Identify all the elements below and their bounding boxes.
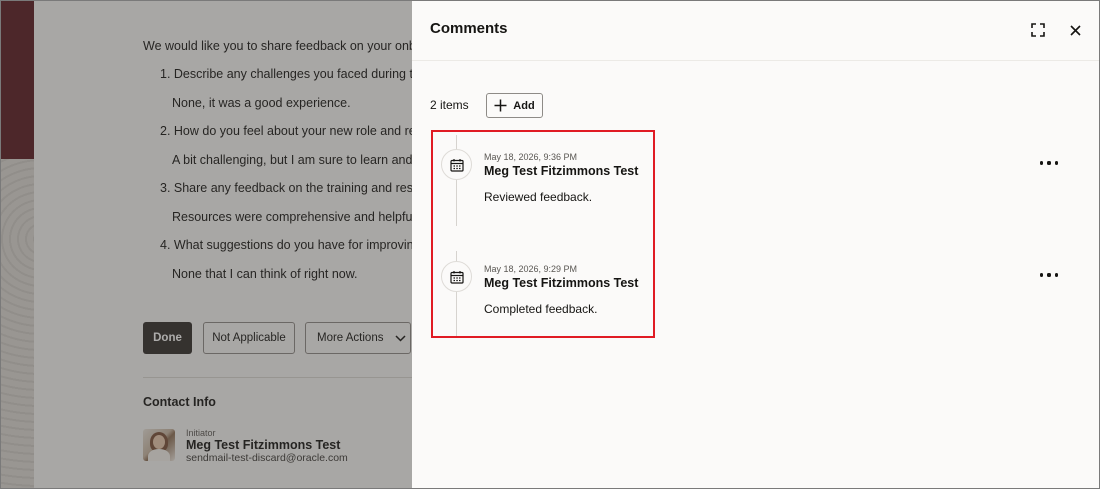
more-options-icon[interactable] [1040, 156, 1058, 170]
comments-panel: Comments 2 items Add May 18, 2026, 9:36 … [412, 1, 1099, 488]
screen: We would like you to share feedback on y… [0, 0, 1100, 489]
more-options-icon[interactable] [1040, 268, 1058, 282]
expand-icon[interactable] [1027, 19, 1049, 41]
close-icon[interactable] [1064, 19, 1086, 41]
plus-icon [494, 99, 507, 112]
panel-header: Comments [412, 1, 1099, 61]
panel-title: Comments [430, 20, 508, 37]
add-label: Add [513, 99, 535, 112]
modal-scrim[interactable] [1, 1, 412, 488]
background-page: We would like you to share feedback on y… [1, 1, 412, 488]
highlight-box [431, 130, 655, 338]
item-count: 2 items [430, 98, 469, 112]
add-comment-button[interactable]: Add [486, 93, 543, 118]
